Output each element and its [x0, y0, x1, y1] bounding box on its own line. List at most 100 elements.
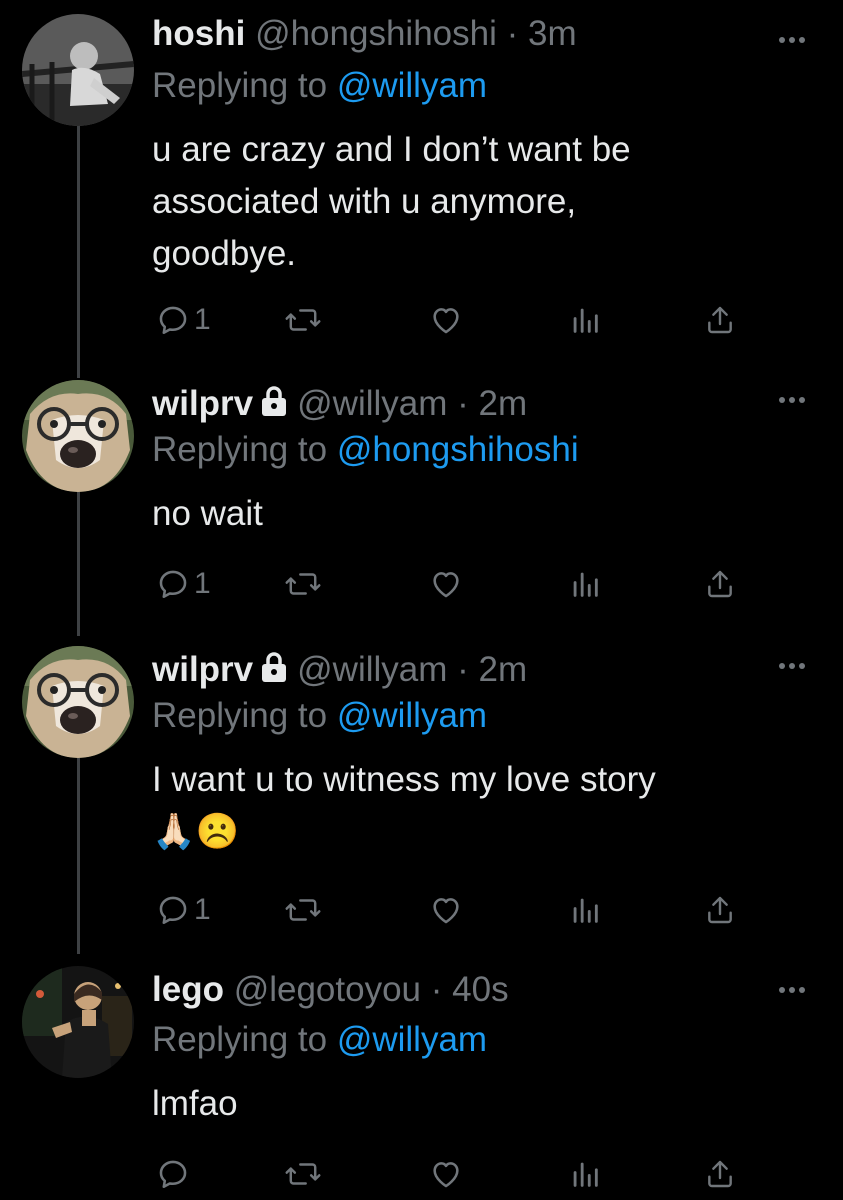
- separator-dot: ·: [430, 970, 443, 1009]
- retweet-button[interactable]: [284, 298, 322, 342]
- thread-line: [77, 746, 80, 954]
- replying-to: Replying to @willyam: [152, 1020, 487, 1060]
- reply-count: 1: [194, 303, 211, 336]
- timestamp[interactable]: 3m: [528, 14, 577, 53]
- share-icon: [708, 306, 732, 334]
- mention-link[interactable]: @willyam: [337, 696, 487, 735]
- lock-icon: [262, 386, 287, 416]
- action-bar: [152, 1152, 752, 1196]
- username[interactable]: @willyam: [297, 650, 447, 689]
- retweet-icon: [285, 309, 321, 331]
- views-icon: [573, 572, 598, 597]
- tweet-header: wilprv @willyam · 2m: [152, 650, 527, 690]
- reply-button[interactable]: [156, 1152, 194, 1196]
- action-bar: 1: [152, 562, 752, 606]
- retweet-icon: [285, 1163, 321, 1185]
- tweet-header: wilprv @willyam · 2m: [152, 384, 527, 424]
- views-button[interactable]: [570, 1152, 600, 1196]
- display-name[interactable]: wilprv: [152, 384, 253, 423]
- separator-dot: ·: [457, 650, 469, 689]
- like-button[interactable]: [428, 1152, 464, 1196]
- replying-to-label: Replying to: [152, 696, 337, 735]
- share-icon: [708, 1160, 732, 1188]
- more-icon[interactable]: [777, 980, 807, 1000]
- more-icon[interactable]: [777, 30, 807, 50]
- replying-to-label: Replying to: [152, 1020, 337, 1059]
- replying-to-label: Replying to: [152, 66, 337, 105]
- retweet-icon: [285, 573, 321, 595]
- display-name[interactable]: lego: [152, 970, 224, 1009]
- mention-link[interactable]: @hongshihoshi: [337, 430, 579, 469]
- share-icon: [708, 570, 732, 598]
- separator-dot: ·: [457, 384, 469, 423]
- avatar-photo-icon: [22, 966, 134, 1078]
- retweet-button[interactable]: [284, 562, 322, 606]
- heart-icon: [433, 572, 459, 598]
- share-button[interactable]: [704, 1152, 736, 1196]
- share-button[interactable]: [704, 562, 736, 606]
- avatar-photo-icon: [22, 646, 134, 758]
- reply-icon: [159, 570, 187, 599]
- action-bar: 1: [152, 298, 752, 342]
- share-button[interactable]: [704, 298, 736, 342]
- reply-button[interactable]: 1: [156, 562, 211, 606]
- retweet-button[interactable]: [284, 1152, 322, 1196]
- like-button[interactable]: [428, 888, 464, 932]
- replying-to: Replying to @willyam: [152, 696, 487, 736]
- avatar-photo-icon: [22, 14, 134, 126]
- reply-icon: [159, 1160, 187, 1189]
- mention-link[interactable]: @willyam: [337, 1020, 487, 1059]
- reply-button[interactable]: 1: [156, 888, 211, 932]
- views-icon: [573, 308, 598, 333]
- heart-icon: [433, 308, 459, 334]
- more-icon[interactable]: [777, 656, 807, 676]
- more-icon[interactable]: [777, 390, 807, 410]
- reply-count: 1: [194, 893, 211, 926]
- timestamp[interactable]: 2m: [479, 384, 528, 423]
- replying-to: Replying to @hongshihoshi: [152, 430, 579, 470]
- display-name[interactable]: wilprv: [152, 650, 253, 689]
- tweet-text: u are crazy and I don’t want be associat…: [152, 130, 631, 273]
- views-icon: [573, 898, 598, 923]
- reply-button[interactable]: 1: [156, 298, 211, 342]
- thread-line: [77, 122, 80, 378]
- share-button[interactable]: [704, 888, 736, 932]
- username[interactable]: @legotoyou: [234, 970, 421, 1009]
- replying-to: Replying to @willyam: [152, 66, 487, 106]
- avatar[interactable]: [22, 14, 134, 126]
- username[interactable]: @hongshihoshi: [255, 14, 497, 53]
- views-icon: [573, 1162, 598, 1187]
- like-button[interactable]: [428, 298, 464, 342]
- reply-count: 1: [194, 567, 211, 600]
- tweet-text: lmfao: [152, 1084, 238, 1123]
- tweet-text: I want u to witness my love story 🙏🏻☹️: [152, 760, 656, 851]
- views-button[interactable]: [570, 298, 600, 342]
- avatar[interactable]: [22, 966, 134, 1078]
- display-name[interactable]: hoshi: [152, 14, 245, 53]
- avatar[interactable]: [22, 380, 134, 492]
- avatar-photo-icon: [22, 380, 134, 492]
- views-button[interactable]: [570, 888, 600, 932]
- tweet-header: hoshi @hongshihoshi · 3m: [152, 14, 577, 54]
- heart-icon: [433, 1162, 459, 1188]
- separator-dot: ·: [506, 14, 519, 53]
- action-bar: 1: [152, 888, 752, 932]
- reply-icon: [159, 896, 187, 925]
- username[interactable]: @willyam: [297, 384, 447, 423]
- tweet-text: no wait: [152, 494, 263, 533]
- views-button[interactable]: [570, 562, 600, 606]
- thread-line: [77, 478, 80, 636]
- tweet-header: lego @legotoyou · 40s: [152, 970, 509, 1010]
- share-icon: [708, 896, 732, 924]
- like-button[interactable]: [428, 562, 464, 606]
- mention-link[interactable]: @willyam: [337, 66, 487, 105]
- reply-icon: [159, 306, 187, 335]
- retweet-button[interactable]: [284, 888, 322, 932]
- retweet-icon: [285, 899, 321, 921]
- lock-icon: [262, 652, 287, 682]
- replying-to-label: Replying to: [152, 430, 337, 469]
- timestamp[interactable]: 2m: [479, 650, 528, 689]
- heart-icon: [433, 898, 459, 924]
- avatar[interactable]: [22, 646, 134, 758]
- timestamp[interactable]: 40s: [452, 970, 508, 1009]
